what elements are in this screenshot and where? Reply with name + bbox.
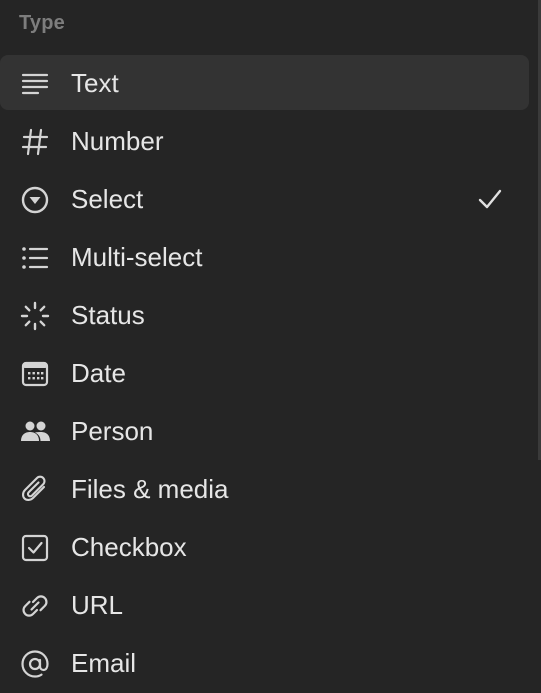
- menu-item-text[interactable]: Text: [0, 55, 541, 113]
- menu-item-number[interactable]: Number: [0, 113, 541, 171]
- menu-item-files-media[interactable]: Files & media: [0, 461, 541, 519]
- hash-icon: [18, 125, 52, 159]
- type-list: Text Number Select Multi-select Status D…: [0, 55, 541, 693]
- checkmark-icon: [476, 186, 504, 214]
- menu-item-checkbox[interactable]: Checkbox: [0, 519, 541, 577]
- menu-item-label: Date: [71, 357, 126, 388]
- status-loader-icon: [18, 299, 52, 333]
- menu-item-label: Text: [71, 67, 119, 98]
- menu-item-label: Person: [71, 415, 154, 446]
- menu-item-label: Number: [71, 125, 164, 156]
- property-type-menu: Type Text Number Select Multi-select Sta…: [0, 0, 541, 692]
- menu-item-label: Files & media: [71, 473, 229, 504]
- checkbox-icon: [18, 531, 52, 565]
- link-icon: [18, 589, 52, 623]
- menu-item-url[interactable]: URL: [0, 577, 541, 635]
- at-sign-icon: [18, 647, 52, 681]
- select-circle-icon: [18, 183, 52, 217]
- menu-item-label: Select: [71, 183, 144, 214]
- menu-item-person[interactable]: Person: [0, 403, 541, 461]
- calendar-icon: [18, 357, 52, 391]
- menu-item-multi-select[interactable]: Multi-select: [0, 229, 541, 287]
- bulleted-list-icon: [18, 241, 52, 275]
- menu-header: Type: [19, 12, 65, 34]
- paperclip-icon: [18, 473, 52, 507]
- menu-item-select[interactable]: Select: [0, 171, 541, 229]
- menu-item-label: Email: [71, 647, 137, 678]
- menu-item-status[interactable]: Status: [0, 287, 541, 345]
- people-icon: [18, 415, 52, 449]
- menu-item-label: Multi-select: [71, 241, 203, 272]
- text-lines-icon: [18, 67, 52, 101]
- menu-item-label: Checkbox: [71, 531, 187, 562]
- menu-item-date[interactable]: Date: [0, 345, 541, 403]
- menu-item-email[interactable]: Email: [0, 635, 541, 693]
- menu-item-label: URL: [71, 589, 124, 620]
- menu-item-label: Status: [71, 299, 145, 330]
